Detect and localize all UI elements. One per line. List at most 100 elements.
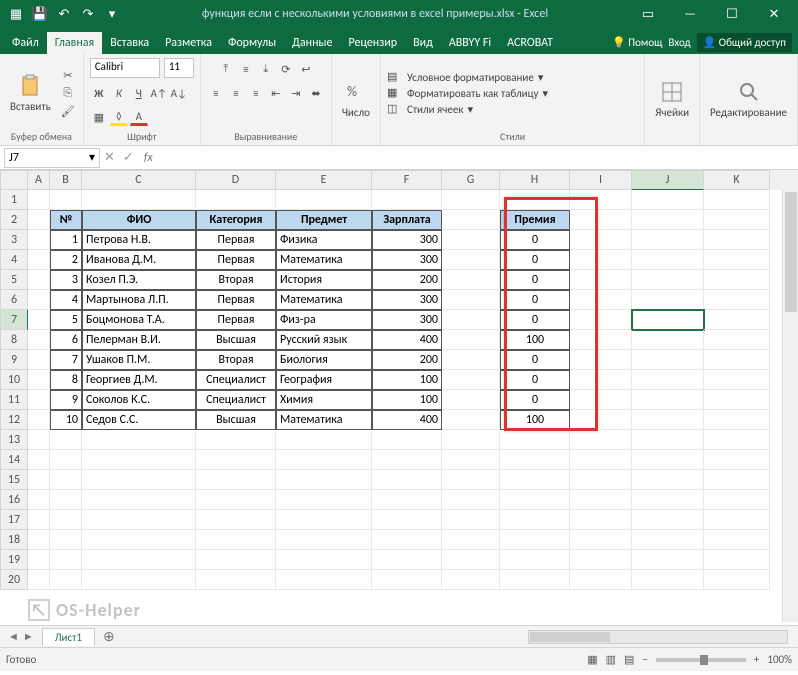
cell[interactable] xyxy=(28,570,50,590)
format-painter-icon[interactable]: 🖌 xyxy=(59,103,77,119)
close-icon[interactable]: ✕ xyxy=(754,7,794,22)
cell[interactable] xyxy=(50,510,82,530)
zoom-slider[interactable] xyxy=(656,658,746,662)
tab-acrobat[interactable]: ACROBAT xyxy=(499,32,561,54)
cell[interactable] xyxy=(28,310,50,330)
cell[interactable] xyxy=(704,510,770,530)
row-header[interactable]: 15 xyxy=(0,470,28,490)
tab-home[interactable]: Главная xyxy=(47,32,102,54)
cell[interactable] xyxy=(82,190,196,210)
cell[interactable] xyxy=(372,530,442,550)
cell[interactable] xyxy=(196,430,276,450)
cell[interactable] xyxy=(442,190,500,210)
cell[interactable]: Боцмонова Т.А. xyxy=(82,310,196,330)
cell[interactable]: Математика xyxy=(276,250,372,270)
cell[interactable] xyxy=(82,470,196,490)
view-layout-icon[interactable]: ▥ xyxy=(606,653,616,666)
cell[interactable] xyxy=(28,330,50,350)
cell[interactable]: Первая xyxy=(196,250,276,270)
cell[interactable]: 200 xyxy=(372,350,442,370)
cell[interactable]: ФИО xyxy=(82,210,196,230)
cell[interactable]: Премия xyxy=(500,210,570,230)
cells-button[interactable]: Ячейки xyxy=(651,78,693,121)
cell[interactable] xyxy=(50,530,82,550)
cell[interactable]: 100 xyxy=(372,370,442,390)
row-header[interactable]: 7 xyxy=(0,310,28,330)
col-header-A[interactable]: A xyxy=(28,170,50,190)
cell[interactable] xyxy=(28,350,50,370)
cell[interactable] xyxy=(82,490,196,510)
cell[interactable] xyxy=(196,550,276,570)
zoom-out-icon[interactable]: − xyxy=(642,653,647,666)
cell[interactable] xyxy=(570,430,632,450)
cell[interactable] xyxy=(28,470,50,490)
cell[interactable] xyxy=(632,290,704,310)
spreadsheet-grid[interactable]: A B C D E F G H I J K 12№ФИОКатегорияПре… xyxy=(0,170,798,625)
align-right-icon[interactable]: ≡ xyxy=(247,84,265,102)
cell[interactable]: 0 xyxy=(500,310,570,330)
cell[interactable] xyxy=(632,510,704,530)
indent-inc-icon[interactable]: ⇥ xyxy=(287,84,305,102)
cell[interactable] xyxy=(276,430,372,450)
cell[interactable] xyxy=(632,530,704,550)
cell[interactable] xyxy=(570,470,632,490)
cell[interactable] xyxy=(82,450,196,470)
cell[interactable] xyxy=(276,450,372,470)
maximize-icon[interactable]: ☐ xyxy=(712,7,752,22)
cell[interactable] xyxy=(372,510,442,530)
cell[interactable] xyxy=(28,390,50,410)
cell[interactable] xyxy=(704,410,770,430)
cell[interactable]: 7 xyxy=(50,350,82,370)
cell[interactable] xyxy=(50,490,82,510)
cell[interactable] xyxy=(632,210,704,230)
cell[interactable] xyxy=(442,330,500,350)
save-icon[interactable]: 💾 xyxy=(30,4,50,24)
cell[interactable] xyxy=(500,450,570,470)
cell[interactable] xyxy=(500,490,570,510)
select-all-corner[interactable] xyxy=(0,170,28,190)
row-header[interactable]: 4 xyxy=(0,250,28,270)
format-as-table-button[interactable]: ▦Форматировать как таблицу ▾ xyxy=(387,86,548,100)
cell[interactable] xyxy=(372,470,442,490)
cell[interactable] xyxy=(442,550,500,570)
cell[interactable] xyxy=(632,330,704,350)
tab-review[interactable]: Рецензир xyxy=(340,32,405,54)
cell[interactable]: Иванова Д.М. xyxy=(82,250,196,270)
row-header[interactable]: 9 xyxy=(0,350,28,370)
cell[interactable]: 100 xyxy=(500,330,570,350)
cell[interactable] xyxy=(704,390,770,410)
cell[interactable] xyxy=(442,470,500,490)
cell[interactable] xyxy=(704,330,770,350)
bold-button[interactable]: Ж xyxy=(90,84,108,102)
cell[interactable] xyxy=(196,450,276,470)
cell[interactable] xyxy=(570,190,632,210)
col-header-D[interactable]: D xyxy=(196,170,276,190)
row-header[interactable]: 14 xyxy=(0,450,28,470)
cell[interactable] xyxy=(570,270,632,290)
paste-button[interactable]: Вставить xyxy=(6,72,55,115)
font-name-combo[interactable]: Calibri xyxy=(90,58,160,78)
cell[interactable] xyxy=(442,490,500,510)
col-header-F[interactable]: F xyxy=(372,170,442,190)
cell[interactable] xyxy=(570,390,632,410)
cell[interactable]: 0 xyxy=(500,350,570,370)
enter-fx-icon[interactable]: ✓ xyxy=(119,150,138,165)
grow-font-icon[interactable]: A↑ xyxy=(150,84,168,102)
cell[interactable] xyxy=(372,430,442,450)
cell[interactable] xyxy=(28,490,50,510)
name-box[interactable]: J7▾ xyxy=(4,148,100,168)
sheet-tab[interactable]: Лист1 xyxy=(42,628,95,646)
cell[interactable] xyxy=(276,190,372,210)
cell[interactable] xyxy=(704,490,770,510)
col-header-J[interactable]: J xyxy=(632,170,704,190)
cell[interactable]: Предмет xyxy=(276,210,372,230)
cell[interactable] xyxy=(704,450,770,470)
row-header[interactable]: 16 xyxy=(0,490,28,510)
col-header-G[interactable]: G xyxy=(442,170,500,190)
sheet-nav-next-icon[interactable]: ► xyxy=(23,630,34,643)
cell[interactable] xyxy=(276,470,372,490)
cell[interactable]: Козел П.Э. xyxy=(82,270,196,290)
row-header[interactable]: 8 xyxy=(0,330,28,350)
cell[interactable] xyxy=(570,370,632,390)
cell[interactable] xyxy=(704,230,770,250)
